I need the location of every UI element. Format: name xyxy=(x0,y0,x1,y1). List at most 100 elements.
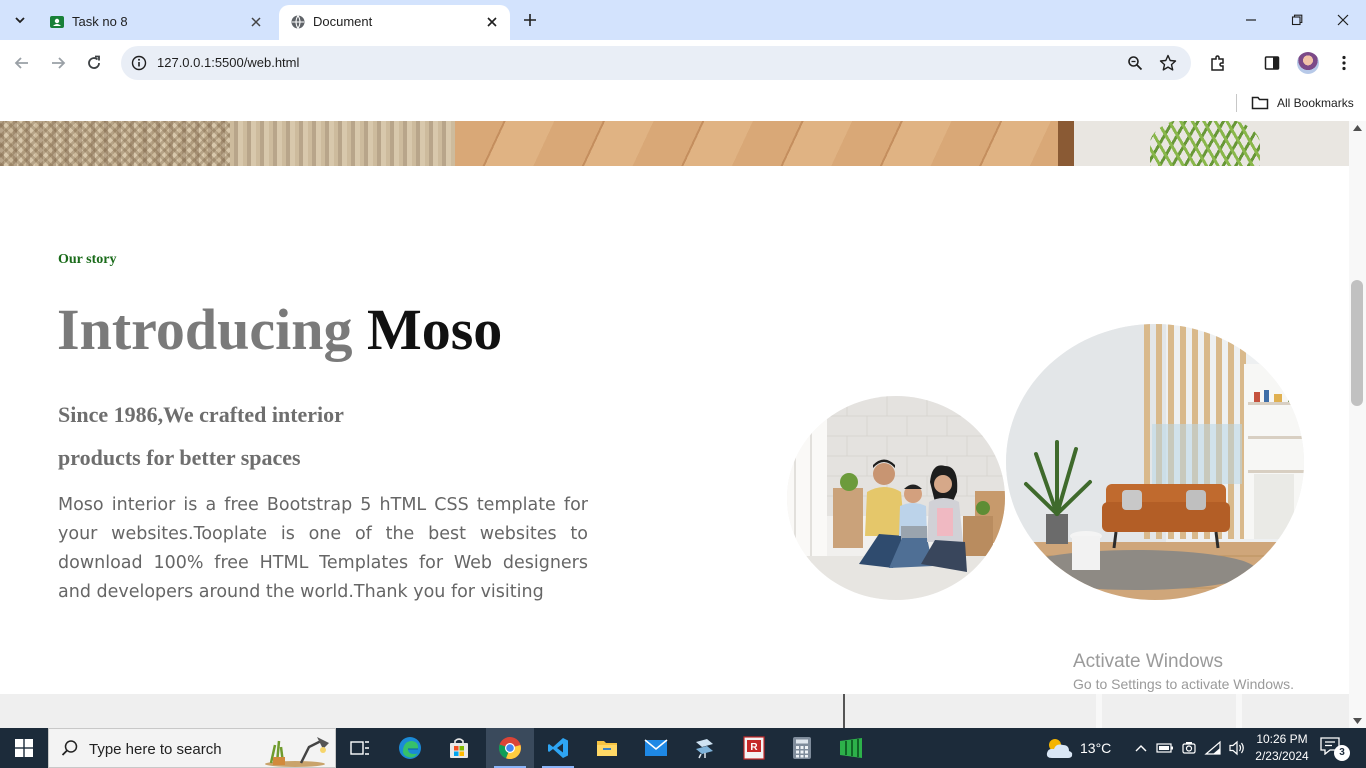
network-app-taskbar-button[interactable] xyxy=(681,728,729,768)
family-photo-illustration xyxy=(787,396,1005,600)
page-headline: Introducing Moso xyxy=(57,295,502,365)
chrome-icon xyxy=(498,737,521,760)
globe-icon xyxy=(291,15,305,29)
meet-now-button[interactable] xyxy=(1179,738,1199,758)
spreadsheet-app-taskbar-button[interactable] xyxy=(827,728,875,768)
weather-widget[interactable]: 13°C xyxy=(1044,728,1111,768)
svg-text:R: R xyxy=(750,742,758,753)
living-room-photo xyxy=(1006,324,1304,600)
store-icon xyxy=(450,738,468,758)
plus-icon xyxy=(524,14,536,26)
mail-icon xyxy=(644,739,668,756)
scroll-down-arrow-icon[interactable] xyxy=(1353,718,1362,724)
new-tab-button[interactable] xyxy=(518,8,542,32)
plant-image xyxy=(1150,121,1260,166)
tab-search-button[interactable] xyxy=(6,7,34,33)
browser-toolbar: 127.0.0.1:5500/web.html xyxy=(0,40,1366,86)
spreadsheet-app-icon xyxy=(840,738,862,758)
restore-button[interactable] xyxy=(1274,0,1320,40)
search-placeholder: Type here to search xyxy=(89,741,222,758)
all-bookmarks-button[interactable]: All Bookmarks xyxy=(1251,92,1354,114)
show-hidden-icons-button[interactable] xyxy=(1131,738,1151,758)
start-button[interactable] xyxy=(0,728,48,768)
close-tab-button[interactable] xyxy=(482,12,502,32)
profile-avatar[interactable] xyxy=(1297,52,1319,74)
vscode-icon xyxy=(548,738,568,758)
network-app-icon xyxy=(696,739,713,759)
forward-button[interactable] xyxy=(43,48,73,78)
edge-taskbar-button[interactable] xyxy=(386,728,434,768)
family-photo xyxy=(787,396,1005,600)
speaker-icon xyxy=(1229,740,1244,756)
close-icon xyxy=(1337,14,1349,26)
wood-edge xyxy=(1058,121,1074,166)
task-view-button[interactable] xyxy=(336,728,384,768)
bookmarks-divider xyxy=(1236,94,1237,112)
image-edge xyxy=(1096,694,1102,728)
scroll-up-arrow-icon[interactable] xyxy=(1353,125,1362,131)
chrome-taskbar-button[interactable] xyxy=(486,728,534,768)
wifi-button[interactable] xyxy=(1203,738,1223,758)
tab-document[interactable]: Document xyxy=(279,5,510,40)
pdf-app-icon: R xyxy=(743,736,765,760)
close-window-button[interactable] xyxy=(1320,0,1366,40)
browser-tabstrip: Task no 8 Document xyxy=(0,0,1366,40)
bookmark-star-button[interactable] xyxy=(1158,53,1178,73)
notification-center-button[interactable]: 3 xyxy=(1320,737,1350,761)
section-subheading: Since 1986,We crafted interior products … xyxy=(58,402,344,470)
battery-button[interactable] xyxy=(1155,738,1175,758)
windows-logo-icon xyxy=(15,739,33,757)
image-edge xyxy=(843,694,845,728)
next-section-image-top xyxy=(0,694,1349,728)
clock-date: 2/23/2024 xyxy=(1255,749,1309,763)
taskbar-search-box[interactable]: Type here to search xyxy=(48,728,336,768)
living-room-illustration xyxy=(1006,324,1304,600)
calculator-taskbar-button[interactable] xyxy=(778,728,826,768)
pdf-app-taskbar-button[interactable]: R xyxy=(730,728,778,768)
search-icon xyxy=(61,740,78,756)
bookmarks-bar: All Bookmarks xyxy=(0,86,1366,121)
mail-taskbar-button[interactable] xyxy=(632,728,680,768)
weather-temperature: 13°C xyxy=(1080,740,1112,756)
side-panel-button[interactable] xyxy=(1260,51,1284,75)
file-explorer-taskbar-button[interactable] xyxy=(583,728,631,768)
site-info-button[interactable] xyxy=(127,51,151,75)
calculator-icon xyxy=(793,737,811,759)
arrow-right-icon xyxy=(52,57,66,69)
url-text[interactable]: 127.0.0.1:5500/web.html xyxy=(157,55,299,70)
star-icon xyxy=(1159,54,1177,71)
back-button[interactable] xyxy=(7,48,37,78)
address-bar[interactable]: 127.0.0.1:5500/web.html xyxy=(121,46,1191,80)
vscode-taskbar-button[interactable] xyxy=(534,728,582,768)
reload-button[interactable] xyxy=(79,48,109,78)
image-edge xyxy=(1236,694,1242,728)
wood-panel-image xyxy=(455,121,1067,166)
headline-intro: Introducing xyxy=(57,297,353,362)
extensions-button[interactable] xyxy=(1206,51,1230,75)
chevron-down-icon xyxy=(15,17,25,24)
system-clock[interactable]: 10:26 PM 2/23/2024 xyxy=(1250,731,1314,765)
store-taskbar-button[interactable] xyxy=(435,728,483,768)
tab-task-no-8[interactable]: Task no 8 xyxy=(38,5,274,40)
close-tab-button[interactable] xyxy=(246,12,266,32)
notification-count-badge: 3 xyxy=(1334,745,1350,761)
reload-icon xyxy=(88,55,100,69)
google-classroom-icon xyxy=(50,16,64,28)
info-icon xyxy=(131,55,147,71)
scrollbar-thumb[interactable] xyxy=(1351,280,1363,406)
wifi-icon xyxy=(1204,740,1221,755)
hero-image-bottom xyxy=(0,121,1349,166)
page-scrollbar[interactable] xyxy=(1349,121,1366,728)
watermark-subtitle: Go to Settings to activate Windows. xyxy=(1073,676,1294,692)
clock-time: 10:26 PM xyxy=(1256,732,1308,746)
all-bookmarks-label: All Bookmarks xyxy=(1277,96,1354,110)
restore-icon xyxy=(1291,14,1303,26)
zoom-button[interactable] xyxy=(1125,53,1145,73)
minimize-button[interactable] xyxy=(1228,0,1274,40)
activate-windows-watermark: Activate Windows Go to Settings to activ… xyxy=(1073,651,1294,695)
volume-button[interactable] xyxy=(1227,738,1247,758)
chrome-menu-button[interactable] xyxy=(1332,51,1356,75)
folder-icon xyxy=(1251,96,1269,110)
task-view-icon xyxy=(350,741,369,755)
search-highlight-illustration xyxy=(265,737,329,767)
